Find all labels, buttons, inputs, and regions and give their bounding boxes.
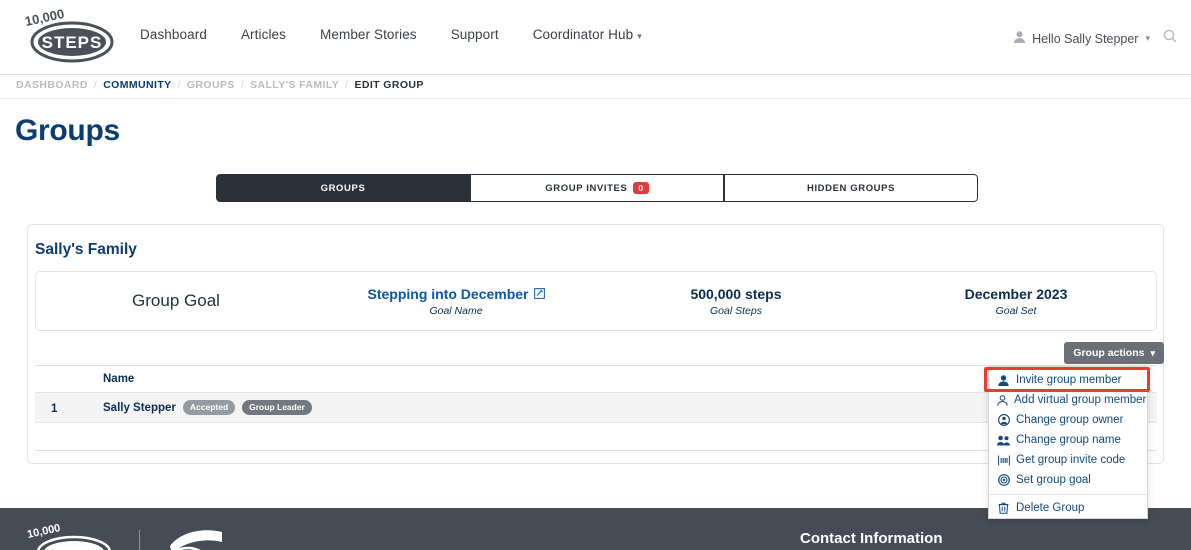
trash-icon xyxy=(997,502,1010,514)
nav-item-coordinator-hub[interactable]: Coordinator Hub ▾ xyxy=(533,27,642,42)
menu-item-invite-group-member[interactable]: Invite group member xyxy=(989,370,1147,390)
group-actions-dropdown: Invite group member Add virtual group me… xyxy=(988,366,1148,519)
menu-item-get-group-invite-code[interactable]: Get group invite code xyxy=(989,450,1147,470)
user-circle-icon xyxy=(997,414,1010,426)
chevron-down-icon: ▾ xyxy=(1150,347,1155,358)
nav-item-articles[interactable]: Articles xyxy=(241,27,286,42)
group-actions-label: Group actions xyxy=(1073,347,1145,359)
menu-item-change-group-name[interactable]: Change group name xyxy=(989,430,1147,450)
row-index-cell: 1 xyxy=(51,402,58,415)
user-icon xyxy=(1014,30,1026,48)
member-name: Sally Stepper xyxy=(103,401,176,414)
tab-label: GROUP INVITES xyxy=(545,182,628,194)
breadcrumb-separator: / xyxy=(345,79,349,91)
menu-item-change-group-owner[interactable]: Change group owner xyxy=(989,410,1147,430)
breadcrumb-item-sallys-family[interactable]: SALLY'S FAMILY xyxy=(250,79,339,91)
menu-item-label: Change group name xyxy=(1016,434,1121,446)
tab-hidden-groups[interactable]: HIDDEN GROUPS xyxy=(724,174,978,202)
tab-group-invites[interactable]: GROUP INVITES 0 xyxy=(470,174,724,202)
search-icon[interactable] xyxy=(1163,29,1177,48)
menu-item-label: Get group invite code xyxy=(1016,454,1126,466)
invites-count-badge: 0 xyxy=(633,181,649,195)
menu-item-delete-group[interactable]: Delete Group xyxy=(989,498,1147,518)
main-navigation: Dashboard Articles Member Stories Suppor… xyxy=(140,27,642,42)
footer-logo-10000steps: 10,000 xyxy=(22,522,117,550)
footer-contact-title: Contact Information xyxy=(800,530,943,547)
breadcrumb-item-community[interactable]: COMMUNITY xyxy=(103,79,171,91)
barcode-icon xyxy=(997,455,1010,466)
goal-heading-label: Group Goal xyxy=(132,291,220,310)
goal-name-value: Stepping into December xyxy=(367,285,529,302)
menu-item-label: Change group owner xyxy=(1016,414,1124,426)
user-outline-icon xyxy=(997,394,1008,406)
breadcrumb-item-groups[interactable]: GROUPS xyxy=(187,79,235,91)
breadcrumb-item-dashboard[interactable]: DASHBOARD xyxy=(16,79,88,91)
nav-label: Member Stories xyxy=(320,27,417,42)
breadcrumb-separator: / xyxy=(93,79,98,91)
status-badge-accepted: Accepted xyxy=(182,400,236,415)
goal-name-label: Goal Name xyxy=(429,304,483,317)
goal-steps-cell: 500,000 steps Goal Steps xyxy=(596,272,876,330)
edit-icon[interactable] xyxy=(533,288,545,299)
group-name-heading: Sally's Family xyxy=(35,241,137,258)
nav-item-support[interactable]: Support xyxy=(451,27,499,42)
tab-label: GROUPS xyxy=(320,182,366,194)
menu-separator xyxy=(989,494,1147,495)
nav-label: Support xyxy=(450,27,499,42)
footer-logo-partner xyxy=(162,524,232,550)
users-icon xyxy=(997,435,1010,446)
nav-label: Dashboard xyxy=(140,27,207,42)
menu-item-set-group-goal[interactable]: Set group goal xyxy=(989,470,1147,490)
status-badge-group-leader: Group Leader xyxy=(242,400,312,415)
chevron-down-icon: ▾ xyxy=(1145,33,1150,43)
goal-set-value: December 2023 xyxy=(964,285,1068,302)
svg-text:10,000: 10,000 xyxy=(24,8,66,29)
menu-item-label: Invite group member xyxy=(1016,374,1122,386)
goal-name-cell: Stepping into December Goal Name xyxy=(316,272,596,330)
goal-name-value-wrap: Stepping into December xyxy=(367,285,545,302)
menu-item-label: Delete Group xyxy=(1016,502,1085,514)
menu-item-label: Add virtual group member xyxy=(1014,394,1147,406)
breadcrumb-separator: / xyxy=(177,79,181,91)
footer-logos: 10,000 xyxy=(22,522,232,550)
goal-steps-value: 500,000 steps xyxy=(690,285,782,302)
svg-text:STEPS: STEPS xyxy=(42,33,103,52)
breadcrumb: DASHBOARD / COMMUNITY / GROUPS / SALLY'S… xyxy=(16,79,424,91)
chevron-down-icon: ▾ xyxy=(637,31,642,41)
footer-divider xyxy=(139,529,140,550)
goal-set-cell: December 2023 Goal Set xyxy=(876,272,1156,330)
goal-set-label: Goal Set xyxy=(995,304,1037,317)
menu-item-add-virtual-group-member[interactable]: Add virtual group member xyxy=(989,390,1147,410)
breadcrumb-bar: DASHBOARD / COMMUNITY / GROUPS / SALLY'S… xyxy=(0,75,1191,99)
page-title: Groups xyxy=(15,114,120,147)
breadcrumb-separator: / xyxy=(240,79,245,91)
nav-item-member-stories[interactable]: Member Stories xyxy=(320,27,417,42)
site-logo[interactable]: 10,000 STEPS xyxy=(18,6,118,64)
goal-steps-label: Goal Steps xyxy=(710,304,762,317)
site-header: 10,000 STEPS Dashboard Articles Member S… xyxy=(0,0,1191,75)
breadcrumb-item-edit-group: EDIT GROUP xyxy=(354,79,424,91)
nav-label: Articles xyxy=(240,27,287,42)
nav-label: Coordinator Hub xyxy=(532,27,634,42)
group-goal-panel: Group Goal Stepping into December Goal N… xyxy=(35,271,1157,331)
user-menu[interactable]: Hello Sally Stepper ▾ xyxy=(1014,29,1177,48)
user-filled-icon xyxy=(997,374,1010,386)
tab-groups[interactable]: GROUPS xyxy=(216,174,470,202)
menu-item-label: Set group goal xyxy=(1016,474,1091,486)
group-actions-button[interactable]: Group actions ▾ xyxy=(1064,342,1164,364)
target-icon xyxy=(997,474,1010,486)
user-greeting: Hello Sally Stepper xyxy=(1032,31,1139,46)
tab-label: HIDDEN GROUPS xyxy=(806,182,896,194)
goal-heading-cell: Group Goal xyxy=(36,272,316,330)
group-tabs: GROUPS GROUP INVITES 0 HIDDEN GROUPS xyxy=(216,174,978,202)
nav-item-dashboard[interactable]: Dashboard xyxy=(140,27,207,42)
